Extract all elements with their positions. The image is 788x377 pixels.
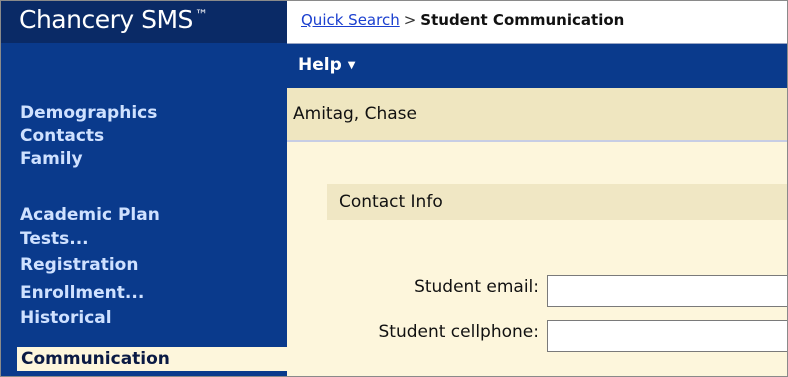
brand-header: Chancery SMS ™ — [1, 1, 287, 43]
nav-link-historical[interactable]: Historical — [20, 307, 112, 329]
nav-link-contacts[interactable]: Contacts — [20, 125, 104, 147]
nav-link-academic-plan[interactable]: Academic Plan — [20, 204, 160, 226]
nav-link-enrollment[interactable]: Enrollment... — [20, 282, 144, 304]
student-email-field[interactable] — [547, 275, 787, 307]
help-menu-button[interactable]: Help ▼ — [298, 55, 355, 75]
page-title: Student Communication — [420, 11, 625, 29]
trademark-symbol: ™ — [194, 8, 208, 23]
student-name: Amitag, Chase — [293, 104, 417, 124]
nav-item-communication-active[interactable]: Communication — [17, 347, 287, 371]
nav-bottom-strip — [1, 371, 287, 376]
section-title: Contact Info — [339, 192, 443, 212]
main-content: Contact Info Student email: Student cell… — [287, 142, 787, 376]
brand-logo: Chancery SMS ™ — [19, 5, 208, 34]
left-navigation: Chancery SMS ™ Demographics Contacts Fami… — [1, 1, 287, 376]
nav-link-demographics[interactable]: Demographics — [20, 102, 157, 124]
nav-link-communication: Communication — [21, 349, 170, 369]
brand-name: Chancery SMS — [19, 5, 193, 34]
breadcrumb-bar: Quick Search > Student Communication — [287, 1, 787, 44]
student-cellphone-field[interactable] — [547, 320, 787, 352]
student-cellphone-label: Student cellphone: — [378, 322, 539, 342]
help-menu-label: Help — [298, 55, 342, 75]
contact-info-section-header: Contact Info — [327, 184, 787, 220]
nav-link-tests[interactable]: Tests... — [20, 228, 89, 250]
student-email-label: Student email: — [414, 277, 539, 297]
menu-bar: Help ▼ — [287, 44, 787, 88]
student-name-bar: Amitag, Chase — [287, 88, 787, 142]
chevron-down-icon: ▼ — [347, 60, 356, 71]
nav-link-family[interactable]: Family — [20, 148, 83, 170]
app-window: Chancery SMS ™ Demographics Contacts Fami… — [0, 0, 788, 377]
breadcrumb-quick-search-link[interactable]: Quick Search — [301, 11, 400, 29]
breadcrumb-separator: > — [403, 11, 417, 29]
breadcrumb: Quick Search > Student Communication — [301, 11, 624, 29]
nav-link-registration[interactable]: Registration — [20, 254, 138, 276]
